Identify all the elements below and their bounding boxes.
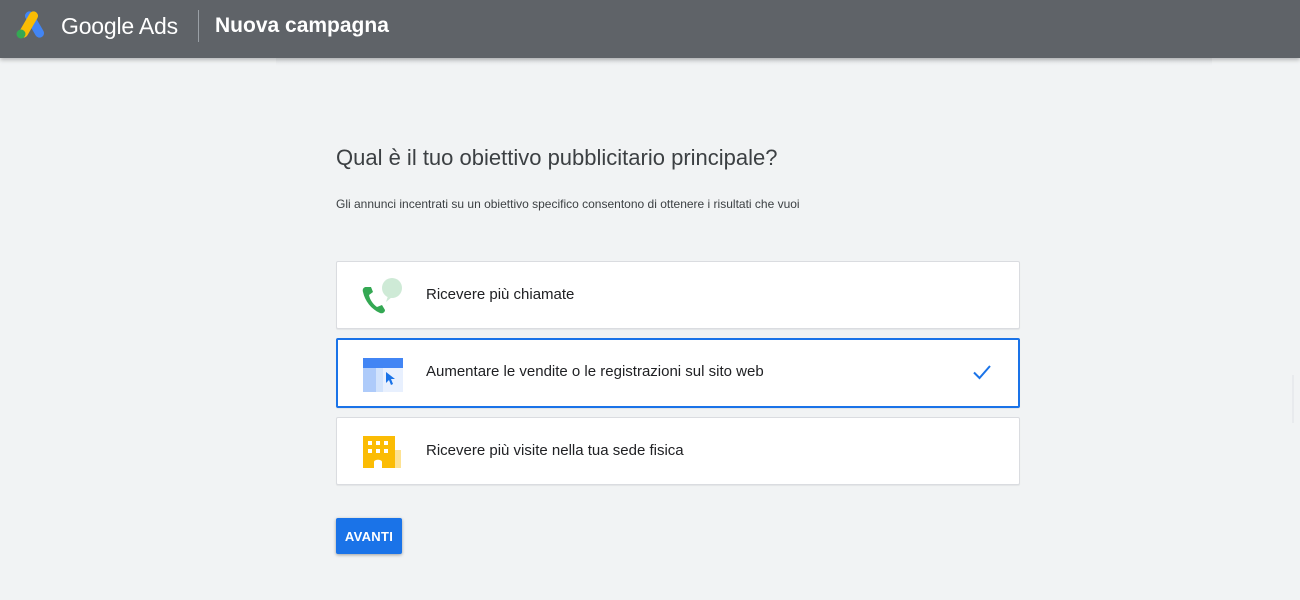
option-label: Ricevere più visite nella tua sede fisic…: [426, 442, 684, 459]
next-button[interactable]: AVANTI: [336, 518, 402, 554]
option-label: Ricevere più chiamate: [426, 286, 575, 303]
scrollbar[interactable]: [1292, 375, 1294, 423]
phone-call-icon: [362, 278, 402, 314]
google-ads-logo-icon[interactable]: [16, 11, 48, 39]
storefront-icon: [363, 436, 401, 468]
goal-question-heading: Qual è il tuo obiettivo pubblicitario pr…: [336, 145, 778, 170]
page-title: Nuova campagna: [215, 14, 389, 37]
website-icon: [363, 358, 403, 392]
goal-description: Gli annunci incentrati su un obiettivo s…: [336, 197, 800, 211]
goal-selection-panel: Qual è il tuo obiettivo pubblicitario pr…: [336, 0, 1020, 600]
header-divider: [198, 10, 199, 42]
option-more-calls[interactable]: Ricevere più chiamate: [336, 261, 1020, 329]
checkmark-icon: [973, 365, 991, 380]
option-website-sales[interactable]: Aumentare le vendite o le registrazioni …: [336, 338, 1020, 408]
brand-name[interactable]: Google Ads: [61, 13, 178, 40]
app-header: Google Ads Nuova campagna: [0, 0, 1300, 58]
option-label: Aumentare le vendite o le registrazioni …: [426, 363, 764, 380]
option-store-visits[interactable]: Ricevere più visite nella tua sede fisic…: [336, 417, 1020, 485]
